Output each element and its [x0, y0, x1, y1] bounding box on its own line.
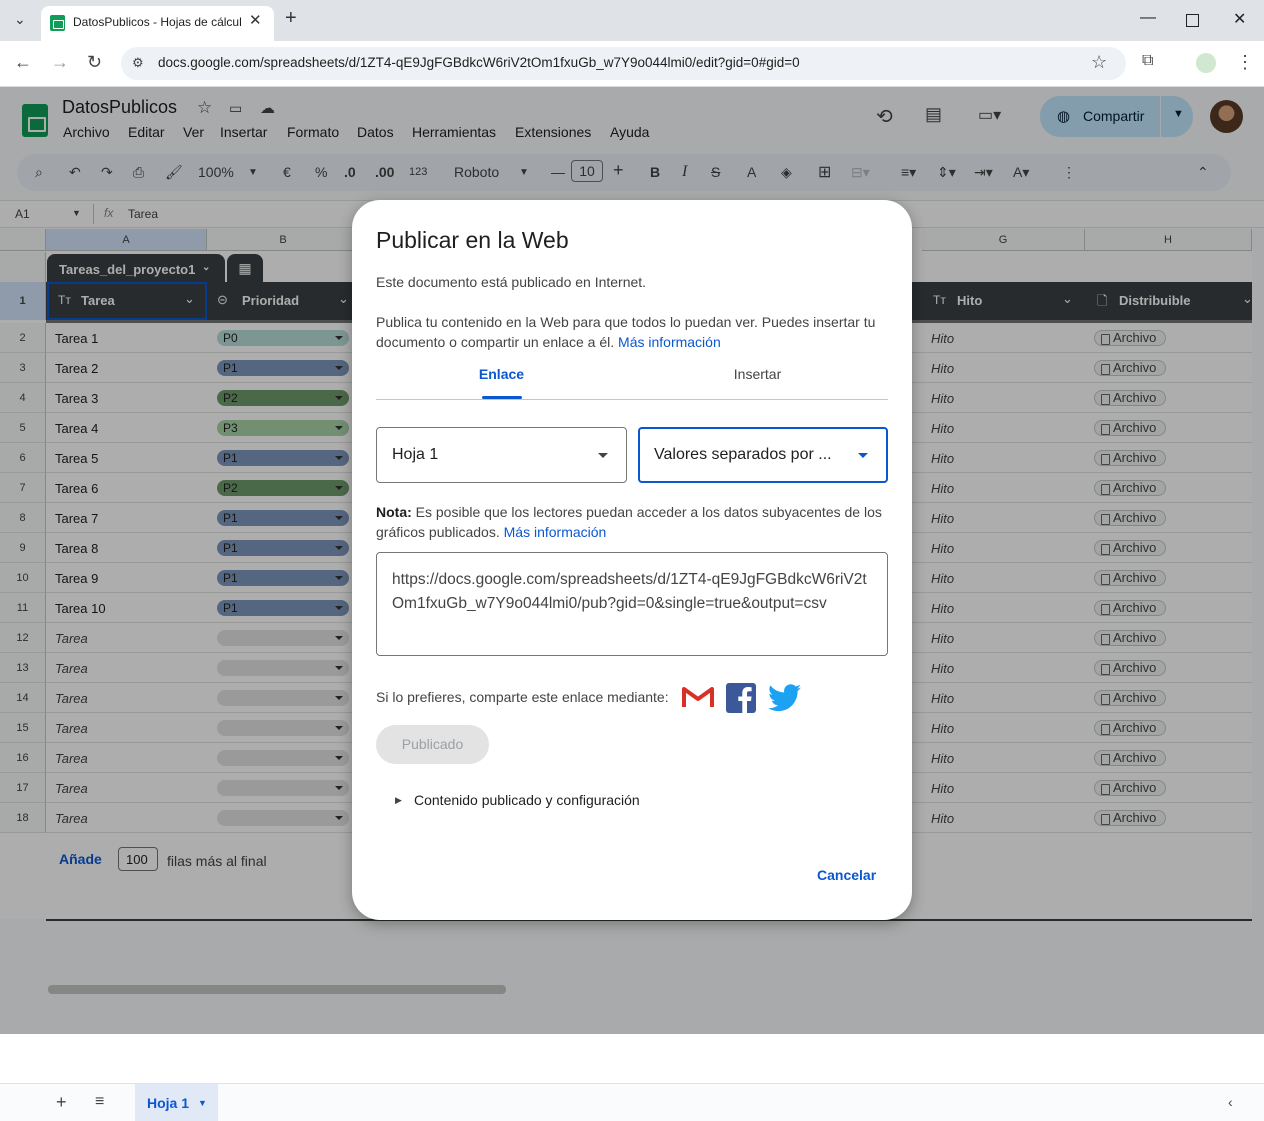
published-button[interactable]: Publicado	[376, 725, 489, 764]
format-select[interactable]: Valores separados por ...	[638, 427, 888, 483]
tab-insertar[interactable]: Insertar	[720, 366, 795, 382]
address-bar: ← → ↻ ⚙ docs.google.com/spreadsheets/d/1…	[0, 41, 1264, 87]
back-icon[interactable]: ←	[14, 52, 32, 73]
sheet-tab-hoja1[interactable]: Hoja 1 ▼	[135, 1084, 218, 1121]
tab-search-icon[interactable]: ⌄	[14, 11, 26, 28]
sheet-tab-bar: + ≡ Hoja 1 ▼ ‹	[0, 1083, 1264, 1121]
sheet-tab-caret-icon[interactable]: ▼	[198, 1098, 207, 1108]
maximize-icon[interactable]	[1186, 14, 1199, 27]
add-sheet-icon[interactable]: +	[56, 1092, 67, 1113]
publish-url-textarea[interactable]: https://docs.google.com/spreadsheets/d/1…	[376, 552, 888, 656]
sheet-select[interactable]: Hoja 1	[376, 427, 627, 483]
gmail-icon[interactable]	[682, 685, 714, 709]
share-via-label: Si lo prefieres, comparte este enlace me…	[376, 689, 669, 705]
cancel-button[interactable]: Cancelar	[817, 867, 876, 883]
sheets-favicon-icon	[50, 15, 65, 31]
publish-description: Publica tu contenido en la Web para que …	[376, 312, 891, 352]
tab-enlace[interactable]: Enlace	[464, 366, 539, 382]
tab-divider	[376, 399, 888, 400]
browser-tab[interactable]: DatosPublicos - Hojas de cálcul ✕	[41, 6, 274, 41]
forward-icon[interactable]: →	[51, 52, 69, 73]
dialog-title: Publicar en la Web	[376, 227, 569, 253]
expand-arrow-icon[interactable]: ▶	[395, 795, 402, 806]
minimize-icon[interactable]: —	[1140, 9, 1156, 27]
url-text: docs.google.com/spreadsheets/d/1ZT4-qE9J…	[158, 55, 800, 70]
note-label: Nota:	[376, 504, 412, 520]
bookmark-star-icon[interactable]: ☆	[1091, 52, 1107, 73]
publish-status: Este documento está publicado en Interne…	[376, 274, 647, 290]
publish-dialog: Publicar en la Web Este documento está p…	[352, 200, 912, 920]
format-select-caret-icon	[858, 453, 868, 458]
new-tab-icon[interactable]: +	[285, 7, 297, 30]
sheet-tab-label: Hoja 1	[147, 1095, 190, 1111]
sheet-select-caret-icon	[598, 453, 608, 458]
twitter-icon[interactable]	[768, 684, 801, 712]
url-field[interactable]: ⚙ docs.google.com/spreadsheets/d/1ZT4-qE…	[121, 47, 1126, 80]
profile-icon[interactable]	[1196, 53, 1216, 73]
note-text: Es posible que los lectores puedan acced…	[376, 504, 882, 540]
more-info-link[interactable]: Más información	[618, 334, 721, 350]
reload-icon[interactable]: ↻	[87, 52, 102, 73]
tab-title: DatosPublicos - Hojas de cálcul	[73, 15, 241, 29]
browser-menu-icon[interactable]: ⋮	[1236, 52, 1254, 73]
facebook-icon[interactable]	[726, 683, 756, 713]
close-tab-icon[interactable]: ✕	[249, 11, 262, 29]
note-more-info-link[interactable]: Más información	[504, 524, 607, 540]
note: Nota: Es posible que los lectores puedan…	[376, 502, 891, 542]
extensions-icon[interactable]: ⧉	[1142, 52, 1153, 70]
sheet-select-value: Hoja 1	[392, 446, 439, 463]
explore-collapse-icon[interactable]: ‹	[1228, 1094, 1233, 1110]
site-info-icon[interactable]: ⚙	[132, 55, 144, 71]
browser-tab-bar: ⌄ DatosPublicos - Hojas de cálcul ✕ + — …	[0, 0, 1264, 41]
all-sheets-icon[interactable]: ≡	[95, 1093, 104, 1111]
format-select-value: Valores separados por ...	[654, 446, 832, 463]
published-content-settings-toggle[interactable]: Contenido publicado y configuración	[414, 792, 640, 808]
close-window-icon[interactable]: ✕	[1233, 9, 1246, 29]
